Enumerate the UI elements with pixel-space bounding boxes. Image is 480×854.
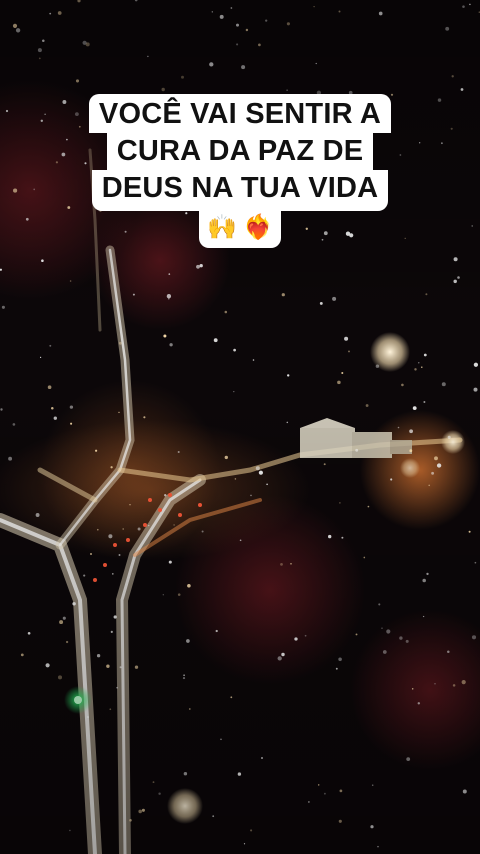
- caption-line-1: VOCÊ VAI SENTIR A: [88, 94, 392, 133]
- caption-box: VOCÊ VAI SENTIR A CURA DA PAZ DE DEUS NA…: [0, 94, 480, 248]
- caption-line-2: CURA DA PAZ DE: [106, 133, 374, 170]
- caption-emoji-row: 🙌 ❤️‍🔥: [199, 211, 281, 248]
- caption-line-3: DEUS NA TUA VIDA: [91, 170, 389, 211]
- heart-on-fire-icon: ❤️‍🔥: [243, 214, 273, 241]
- raised-hands-icon: 🙌: [207, 214, 237, 241]
